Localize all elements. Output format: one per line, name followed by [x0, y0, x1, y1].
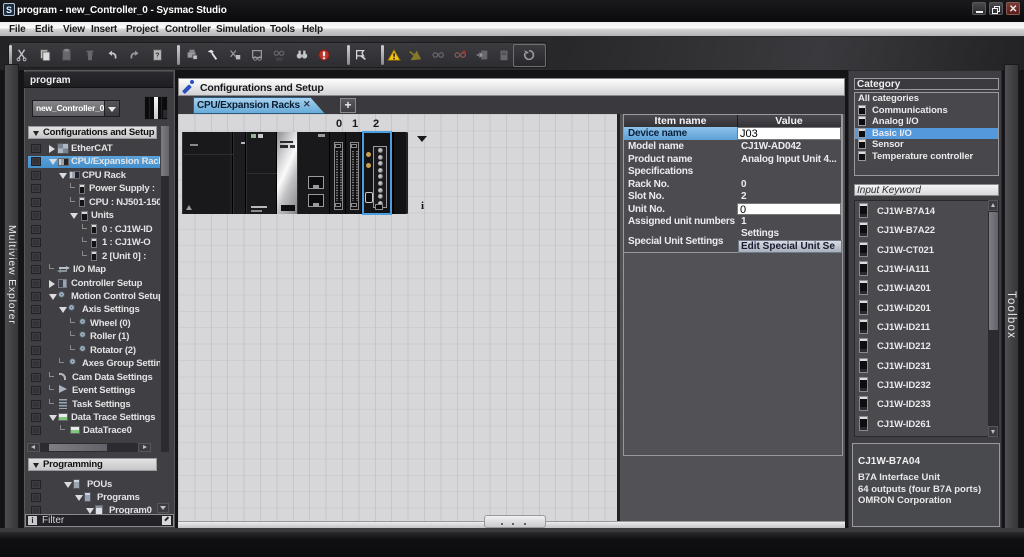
svg-text:?: ?: [155, 53, 159, 60]
svg-text:zzz: zzz: [276, 56, 283, 61]
